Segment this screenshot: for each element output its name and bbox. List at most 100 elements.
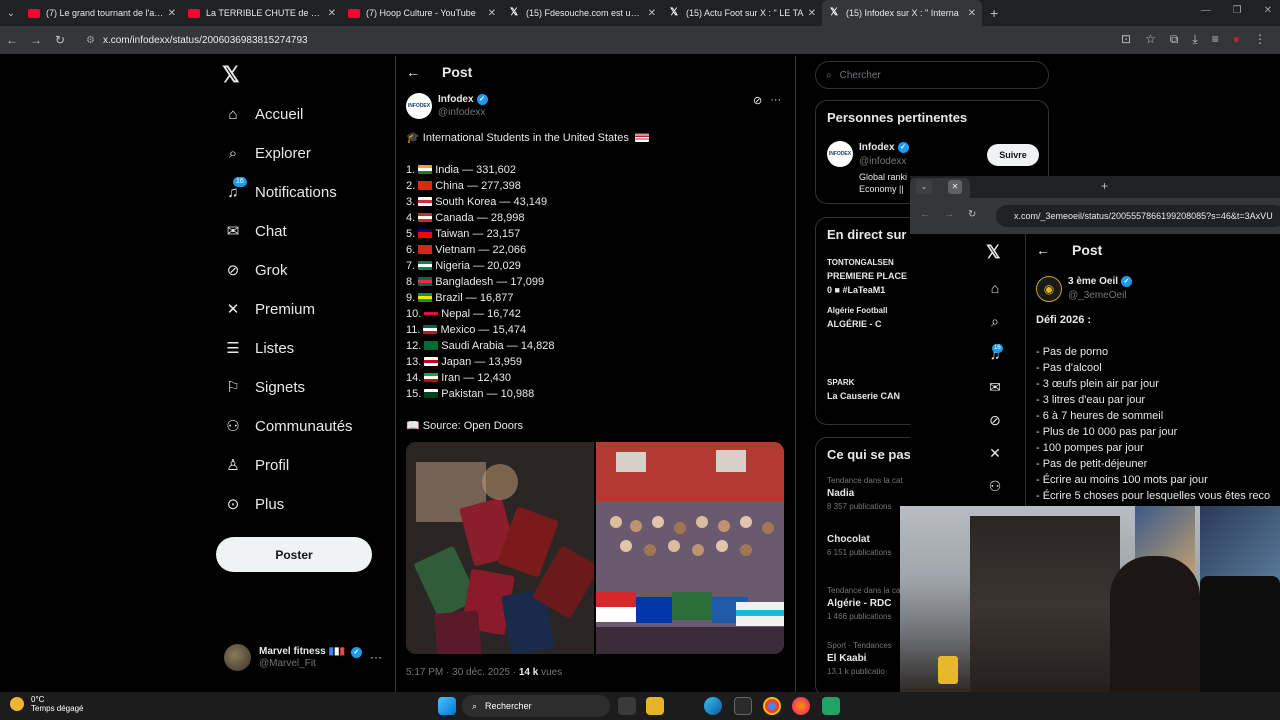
menu-icon[interactable]: ⋮ — [1254, 32, 1266, 47]
author-avatar[interactable]: INFODEX — [406, 93, 432, 119]
sidebar-item-notifications[interactable]: ♫ 16 Notifications — [224, 177, 337, 204]
sidebar-item-listes[interactable]: ☰ Listes — [224, 336, 294, 360]
back-arrow-icon[interactable]: ← — [1036, 242, 1050, 258]
close-tab-icon[interactable]: ✕ — [968, 8, 976, 19]
tab-search-icon[interactable]: ⌄ — [916, 180, 932, 194]
communities-icon[interactable]: ⚇ — [986, 478, 1004, 495]
tab-title: (15) Infodex sur X : " Interna — [846, 8, 959, 18]
weather-widget[interactable]: 0°C Temps dégagé — [10, 695, 83, 713]
search-input[interactable]: ⌕ Chercher — [815, 61, 1049, 89]
trend-item[interactable]: Tendance dans la ca Algérie - RDC 1 466 pu… — [827, 586, 900, 621]
floating-browser-window[interactable]: ⌄ ✕ + ← → ↻ x.com/_3emeoeil/status/20055… — [910, 176, 1280, 506]
sidebar-item-accueil[interactable]: ⌂ Accueil — [224, 102, 303, 126]
browser-tab[interactable]: 𝕏 (15) Actu Foot sur X : " LE TA ✕ — [662, 0, 822, 26]
chrome-icon[interactable] — [763, 697, 781, 715]
browser-tab[interactable]: La TERRIBLE CHUTE de ONE PI ✕ — [182, 0, 342, 26]
tab-title: (7) Hoop Culture - YouTube — [366, 8, 476, 18]
x-logo-icon[interactable]: 𝕏 — [986, 242, 1001, 263]
sidebar-item-label: Explorer — [255, 144, 311, 162]
x-logo-icon[interactable]: 𝕏 — [222, 62, 240, 88]
back-icon[interactable]: ← — [920, 209, 930, 220]
account-switcher[interactable]: Marvel fitness ▮▮▮ ✓ @Marvel_Fit ··· — [224, 644, 382, 671]
sidebar-item-communautes[interactable]: ⚇ Communautés — [224, 414, 352, 438]
more-icon[interactable]: ··· — [370, 650, 382, 664]
live-item[interactable]: Algérie Football ALGÉRIE - C — [827, 306, 887, 333]
trend-item[interactable]: Chocolat 6 151 publications — [827, 531, 892, 557]
edge-icon[interactable] — [704, 697, 722, 715]
browser-tab[interactable]: (7) Le grand tournant de l'anim ✕ — [22, 0, 182, 26]
new-tab-button[interactable]: + — [990, 5, 998, 21]
site-info-icon[interactable]: ⚙ — [86, 35, 95, 46]
sidebar-item-premium[interactable]: ✕ Premium — [224, 297, 315, 321]
browser-tab[interactable]: 𝕏 (15) Infodex sur X : " Interna ✕ — [822, 0, 982, 26]
students-crowd-image[interactable] — [596, 442, 784, 654]
extensions-icon[interactable]: ⧉ — [1170, 32, 1179, 47]
close-tab-icon[interactable]: ✕ — [648, 8, 656, 19]
taskbar-search[interactable]: ⌕ Rechercher — [462, 695, 610, 717]
browser-tab[interactable]: 𝕏 (15) Fdesouche.com est une re ✕ — [502, 0, 662, 26]
post-media[interactable] — [406, 442, 784, 654]
install-icon[interactable]: ⊡ — [1121, 32, 1131, 47]
notification-badge: 16 — [992, 344, 1003, 353]
minimize-icon[interactable]: — — [1201, 5, 1211, 16]
eye-avatar-icon[interactable]: ◉ — [1036, 276, 1062, 302]
tab-search-icon[interactable]: ⌄ — [0, 0, 22, 26]
store-icon[interactable] — [734, 697, 752, 715]
relevant-handle[interactable]: @infodexx — [859, 156, 906, 167]
bookmark-star-icon[interactable]: ☆ — [1145, 32, 1156, 47]
follow-button[interactable]: Suivre — [987, 144, 1039, 166]
back-arrow-icon[interactable]: ← — [406, 64, 420, 80]
sidebar-item-explorer[interactable]: ⌕ Explorer — [224, 141, 311, 165]
back-icon[interactable]: ← — [0, 33, 24, 47]
browser-tab[interactable]: (7) Hoop Culture - YouTube ✕ — [342, 0, 502, 26]
post-button[interactable]: Poster — [216, 537, 372, 572]
start-icon[interactable] — [438, 697, 456, 715]
avatar[interactable]: INFODEX — [827, 141, 853, 167]
media-icon[interactable]: ≡ — [1212, 32, 1219, 47]
forward-icon[interactable]: → — [24, 33, 48, 47]
profile-icon[interactable]: ● — [1233, 32, 1240, 47]
relevant-name[interactable]: Infodex ✓ — [859, 142, 909, 153]
grok-icon[interactable]: ⊘ — [986, 412, 1004, 429]
home-icon[interactable]: ⌂ — [986, 280, 1004, 296]
close-tab-icon[interactable]: ✕ — [168, 8, 176, 19]
maximize-icon[interactable]: ❐ — [1233, 5, 1242, 16]
sidebar-item-signets[interactable]: ⚐ Signets — [224, 375, 305, 399]
mail-icon[interactable]: ✉ — [986, 379, 1004, 396]
search-icon[interactable]: ⌕ — [986, 313, 1004, 330]
list-item: 13. Japan — 13,959 — [406, 356, 523, 368]
author-handle[interactable]: @infodexx — [438, 107, 485, 118]
new-tab-button[interactable]: + — [1101, 179, 1108, 193]
more-icon[interactable]: ··· — [770, 94, 781, 107]
author-name[interactable]: 3 ème Oeil ✓ — [1068, 276, 1133, 287]
grok-icon[interactable]: ⊘ — [753, 94, 762, 107]
close-tab-icon[interactable]: ✕ — [808, 8, 816, 19]
post-line: - Pas de petit-déjeuner — [1036, 458, 1148, 470]
close-tab-icon[interactable]: ✕ — [488, 8, 496, 19]
live-item[interactable]: TONTONGALSEN PREMIERE PLACE 0 ■ #LaTeaM1 — [827, 258, 907, 295]
sidebar-item-plus[interactable]: ⊙ Plus — [224, 492, 284, 516]
reload-icon[interactable]: ↻ — [968, 209, 976, 220]
download-icon[interactable]: ⤓ — [1192, 32, 1197, 47]
trend-item[interactable]: Tendance dans la cat Nadia 8 357 publicati… — [827, 476, 903, 511]
task-view-icon[interactable] — [618, 697, 636, 715]
close-tab-icon[interactable]: ✕ — [948, 180, 962, 194]
author-name[interactable]: Infodex ✓ — [438, 94, 488, 105]
x-icon[interactable]: ✕ — [986, 445, 1004, 462]
sidebar-item-grok[interactable]: ⊘ Grok — [224, 258, 288, 282]
file-explorer-icon[interactable] — [646, 697, 664, 715]
app-icon[interactable] — [822, 697, 840, 715]
passports-image[interactable] — [406, 442, 594, 654]
forward-icon[interactable]: → — [944, 209, 954, 220]
sidebar-item-profil[interactable]: ♙ Profil — [224, 453, 289, 477]
author-handle[interactable]: @_3emeOeil — [1068, 290, 1127, 301]
close-window-icon[interactable]: ✕ — [1264, 5, 1272, 16]
live-item[interactable]: SPARK La Causerie CAN — [827, 378, 900, 405]
close-tab-icon[interactable]: ✕ — [328, 8, 336, 19]
address-bar[interactable]: ⚙ x.com/infodexx/status/2006036983815274… — [76, 29, 1086, 51]
floating-address-bar[interactable]: x.com/_3emeoeil/status/20055578661992080… — [996, 205, 1280, 227]
reload-icon[interactable]: ↻ — [48, 33, 72, 47]
trend-item[interactable]: Sport · Tendances El Kaabi 13,1 k publicat… — [827, 641, 892, 676]
firefox-icon[interactable] — [792, 697, 810, 715]
sidebar-item-chat[interactable]: ✉ Chat — [224, 219, 287, 243]
